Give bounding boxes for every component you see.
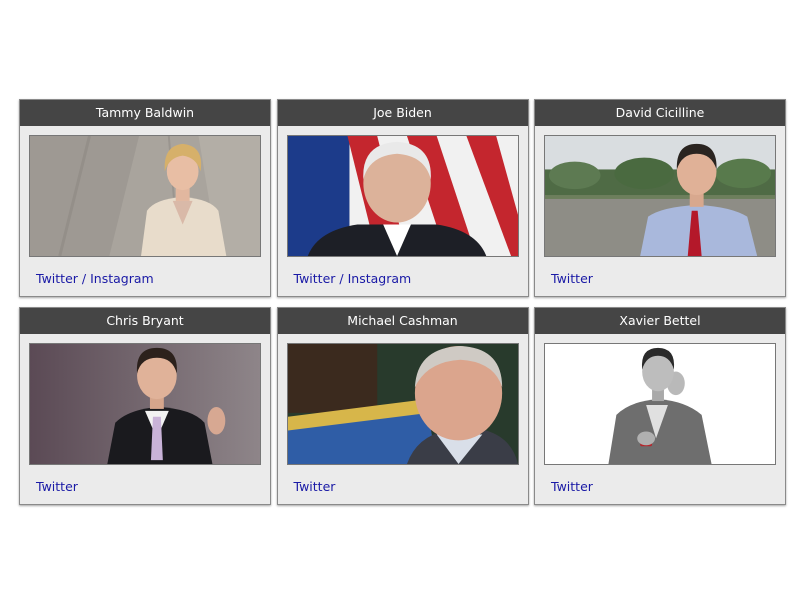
twitter-link[interactable]: Twitter bbox=[294, 271, 336, 286]
twitter-link[interactable]: Twitter bbox=[551, 479, 593, 494]
social-links: Twitter / Instagram bbox=[36, 271, 154, 286]
profile-photo bbox=[29, 343, 261, 465]
profile-card: Xavier Bettel Twitter bbox=[534, 307, 786, 505]
profile-card: Michael Cashman Twitter bbox=[276, 307, 529, 505]
profile-card: Joe Biden Twitter / Instagram bbox=[276, 99, 529, 297]
profile-photo bbox=[286, 135, 519, 257]
profile-card: Tammy Baldwin Twitter / Instagram bbox=[19, 99, 271, 297]
profile-card: David Cicilline Twitter bbox=[534, 99, 786, 297]
social-links: Twitter bbox=[36, 479, 78, 494]
twitter-link[interactable]: Twitter bbox=[36, 479, 78, 494]
profile-card: Chris Bryant Twitter bbox=[19, 307, 271, 505]
profile-photo bbox=[544, 135, 776, 257]
social-links: Twitter bbox=[294, 479, 336, 494]
card-title: David Cicilline bbox=[535, 100, 785, 126]
profile-photo bbox=[544, 343, 776, 465]
twitter-link[interactable]: Twitter bbox=[36, 271, 78, 286]
card-title: Xavier Bettel bbox=[535, 308, 785, 334]
social-links: Twitter / Instagram bbox=[294, 271, 412, 286]
twitter-link[interactable]: Twitter bbox=[551, 271, 593, 286]
social-links: Twitter bbox=[551, 271, 593, 286]
instagram-link[interactable]: Instagram bbox=[90, 271, 154, 286]
card-title: Chris Bryant bbox=[20, 308, 270, 334]
politician-grid: Tammy Baldwin Twitter / Instagram Joe Bi… bbox=[19, 99, 786, 505]
social-links: Twitter bbox=[551, 479, 593, 494]
twitter-link[interactable]: Twitter bbox=[294, 479, 336, 494]
profile-photo bbox=[286, 343, 519, 465]
link-separator: / bbox=[81, 271, 87, 286]
link-separator: / bbox=[339, 271, 344, 286]
card-title: Joe Biden bbox=[277, 100, 528, 126]
card-title: Michael Cashman bbox=[277, 308, 528, 334]
profile-photo bbox=[29, 135, 261, 257]
instagram-link[interactable]: Instagram bbox=[348, 271, 412, 286]
card-title: Tammy Baldwin bbox=[20, 100, 270, 126]
